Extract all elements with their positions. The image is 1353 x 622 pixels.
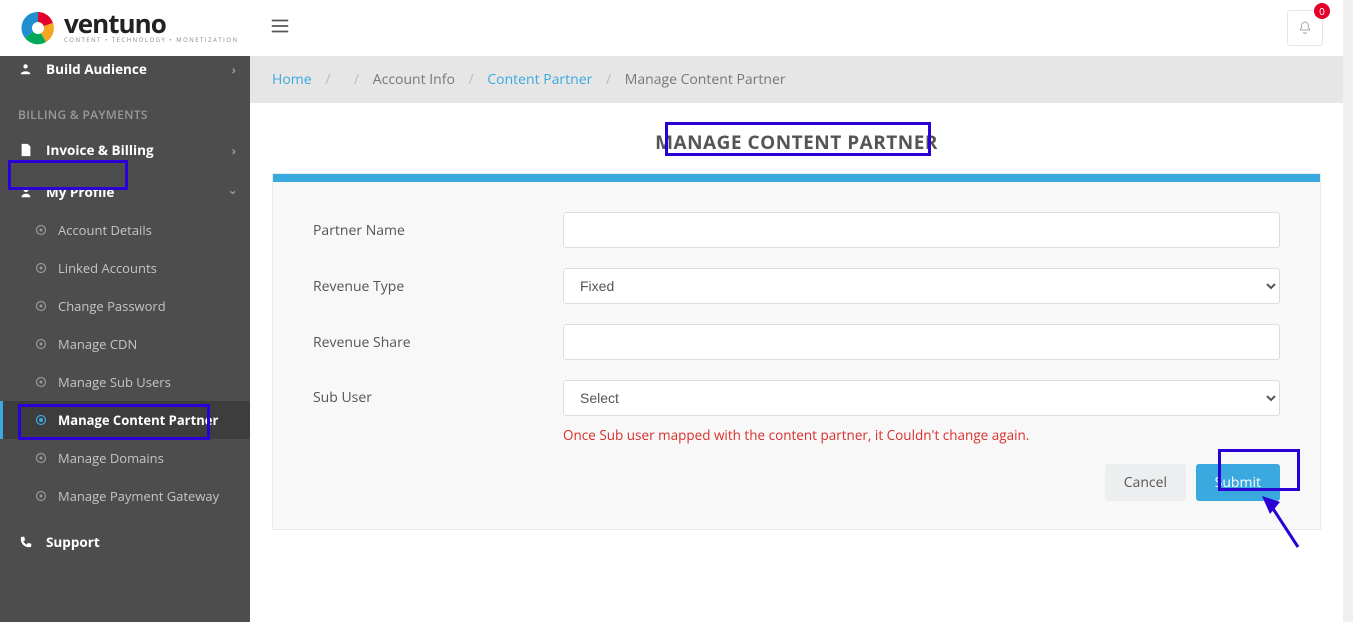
label-partner-name: Partner Name [313, 221, 563, 240]
logo-mark-icon [20, 10, 56, 46]
bullet-icon [34, 223, 48, 237]
sidebar-sub-manage-content-partner[interactable]: Manage Content Partner [0, 401, 250, 439]
bell-icon [1297, 20, 1313, 36]
sidebar-sub-change-password[interactable]: Change Password [0, 287, 250, 325]
chevron-right-icon: › [232, 61, 236, 78]
document-icon [18, 143, 34, 157]
label-revenue-share: Revenue Share [313, 333, 563, 352]
hamburger-icon [269, 15, 291, 37]
sidebar-item-build-audience[interactable]: Build Audience › [0, 56, 250, 88]
content-area: Home / / Account Info / Content Partner … [250, 56, 1343, 622]
breadcrumb: Home / / Account Info / Content Partner … [250, 56, 1343, 103]
label-revenue-type: Revenue Type [313, 277, 563, 296]
panel-accent-bar [273, 174, 1320, 182]
sidebar-item-invoice-billing[interactable]: Invoice & Billing › [0, 131, 250, 169]
breadcrumb-content-partner[interactable]: Content Partner [487, 70, 592, 89]
sidebar-label: Manage Content Partner [58, 411, 218, 429]
sidebar-item-support[interactable]: Support [0, 523, 250, 561]
sidebar-label: Manage Sub Users [58, 373, 171, 391]
sidebar-label: Manage CDN [58, 335, 137, 353]
sub-user-help-text: Once Sub user mapped with the content pa… [563, 426, 1280, 444]
sidebar-label: Account Details [58, 221, 152, 239]
brand-tagline: CONTENT • TECHNOLOGY • MONETIZATION [64, 36, 239, 44]
brand-name: ventuno [64, 12, 239, 35]
bullet-icon [34, 413, 48, 427]
partner-name-input[interactable] [563, 212, 1280, 248]
sidebar-sub-manage-sub-users[interactable]: Manage Sub Users [0, 363, 250, 401]
breadcrumb-separator: / [606, 70, 611, 89]
sidebar-label: Linked Accounts [58, 259, 157, 277]
sidebar-label: Invoice & Billing [46, 141, 154, 159]
sidebar-sub-manage-payment-gateway[interactable]: Manage Payment Gateway [0, 477, 250, 515]
bullet-icon [34, 299, 48, 313]
phone-icon [18, 535, 34, 549]
revenue-type-select[interactable]: Fixed [563, 268, 1280, 304]
form-panel: Partner Name Revenue Type Fixed Revenue … [272, 173, 1321, 530]
sidebar-label: Support [46, 533, 100, 551]
logo-text: ventuno CONTENT • TECHNOLOGY • MONETIZAT… [64, 12, 239, 43]
sidebar-label: Change Password [58, 297, 166, 315]
chevron-right-icon: › [232, 142, 236, 159]
sidebar-item-my-profile[interactable]: My Profile › [0, 173, 250, 211]
submit-button[interactable]: Submit [1196, 464, 1280, 501]
sidebar: Build Audience › BILLING & PAYMENTS Invo… [0, 56, 250, 622]
breadcrumb-current: Manage Content Partner [625, 70, 786, 89]
user-icon [18, 185, 34, 199]
bullet-icon [34, 261, 48, 275]
breadcrumb-account-info: Account Info [373, 70, 455, 89]
scrollbar[interactable] [1343, 0, 1353, 622]
bullet-icon [34, 337, 48, 351]
bullet-icon [34, 375, 48, 389]
sidebar-sub-manage-cdn[interactable]: Manage CDN [0, 325, 250, 363]
notification-badge: 0 [1314, 3, 1330, 19]
sub-user-select[interactable]: Select [563, 380, 1280, 416]
header: ventuno CONTENT • TECHNOLOGY • MONETIZAT… [0, 0, 1353, 56]
breadcrumb-separator: / [469, 70, 474, 89]
chevron-down-icon: › [225, 190, 242, 194]
revenue-share-input[interactable] [563, 324, 1280, 360]
logo[interactable]: ventuno CONTENT • TECHNOLOGY • MONETIZAT… [20, 10, 239, 46]
cancel-button[interactable]: Cancel [1105, 464, 1186, 501]
users-icon [18, 62, 34, 76]
sidebar-section-billing: BILLING & PAYMENTS [0, 88, 250, 131]
sidebar-sub-manage-domains[interactable]: Manage Domains [0, 439, 250, 477]
bullet-icon [34, 451, 48, 465]
page-title: MANAGE CONTENT PARTNER [645, 123, 948, 161]
breadcrumb-separator: / [325, 70, 330, 89]
bullet-icon [34, 489, 48, 503]
notifications-button[interactable]: 0 [1287, 10, 1323, 46]
sidebar-label: My Profile [46, 183, 114, 201]
sidebar-sub-linked-accounts[interactable]: Linked Accounts [0, 249, 250, 287]
breadcrumb-separator: / [354, 70, 359, 89]
sidebar-label: Manage Domains [58, 449, 164, 467]
menu-toggle-button[interactable] [269, 15, 291, 42]
breadcrumb-home[interactable]: Home [272, 70, 312, 89]
label-sub-user: Sub User [313, 380, 563, 407]
sidebar-label: Manage Payment Gateway [58, 487, 219, 505]
sidebar-sub-account-details[interactable]: Account Details [0, 211, 250, 249]
sidebar-label: Build Audience [46, 60, 147, 78]
